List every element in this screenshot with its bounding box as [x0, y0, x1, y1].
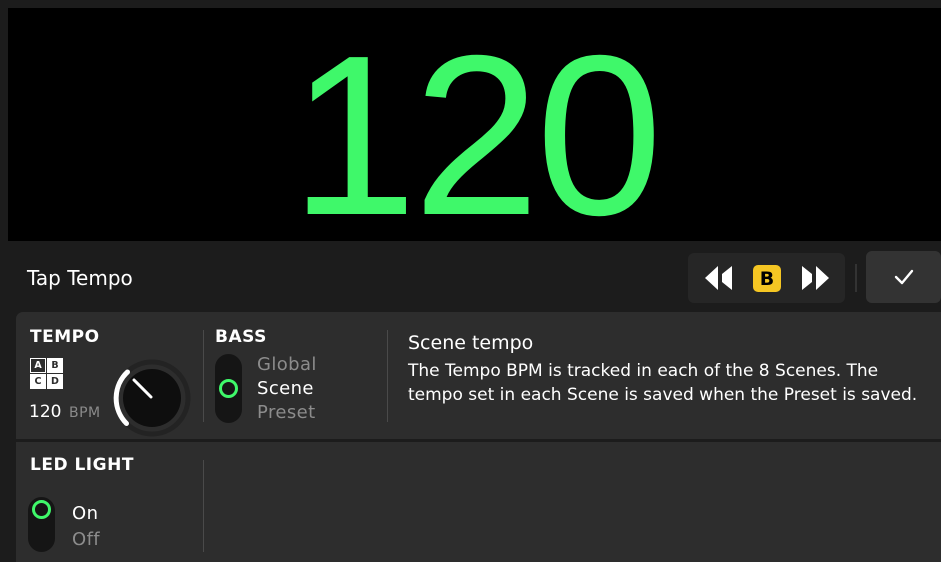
skip-next-icon: [802, 266, 829, 290]
tempo-display: 120: [8, 8, 941, 241]
section-divider: [203, 460, 204, 552]
scene-b-cell: B: [47, 358, 63, 373]
scene-c-cell: C: [30, 374, 46, 389]
settings-panel: TEMPO A B C D 120 BPM BASS Global Scene …: [16, 312, 941, 562]
help-text: The Tempo BPM is tracked in each of the …: [408, 361, 918, 405]
bass-option-scene[interactable]: Scene: [257, 378, 314, 399]
help-title: Scene tempo: [408, 332, 534, 354]
prev-scene-button[interactable]: [704, 265, 734, 291]
tempo-unit: BPM: [69, 405, 101, 421]
scene-d-cell: D: [47, 374, 63, 389]
tempo-label: TEMPO: [30, 327, 100, 347]
toggle-indicator: [32, 500, 51, 519]
panel-divider: [16, 439, 941, 442]
led-option-on[interactable]: On: [72, 503, 98, 524]
scene-badge[interactable]: B: [753, 265, 781, 292]
scene-a-cell: A: [30, 358, 46, 373]
scene-grid-icon: A B C D: [30, 358, 63, 389]
header-divider: [855, 264, 857, 292]
bass-option-global[interactable]: Global: [257, 354, 317, 375]
section-divider: [203, 330, 204, 422]
header-bar: Tap Tempo B: [0, 242, 941, 312]
tempo-value: 120: [29, 402, 62, 422]
next-scene-button[interactable]: [800, 265, 830, 291]
scene-navigator: B: [688, 253, 845, 303]
bass-toggle[interactable]: [215, 354, 242, 423]
section-divider: [387, 330, 388, 422]
knob-dial-icon: [113, 359, 191, 437]
bass-option-preset[interactable]: Preset: [257, 402, 316, 423]
page-title: Tap Tempo: [27, 266, 133, 290]
checkmark-icon: [894, 269, 913, 285]
led-light-label: LED LIGHT: [30, 455, 134, 475]
led-toggle[interactable]: [28, 497, 55, 552]
tempo-knob[interactable]: [108, 358, 196, 438]
bass-label: BASS: [215, 327, 267, 347]
bpm-readout: 120: [290, 9, 662, 241]
skip-previous-icon: [705, 266, 732, 290]
confirm-button[interactable]: [866, 251, 941, 303]
toggle-indicator: [219, 379, 238, 398]
led-option-off[interactable]: Off: [72, 529, 100, 550]
